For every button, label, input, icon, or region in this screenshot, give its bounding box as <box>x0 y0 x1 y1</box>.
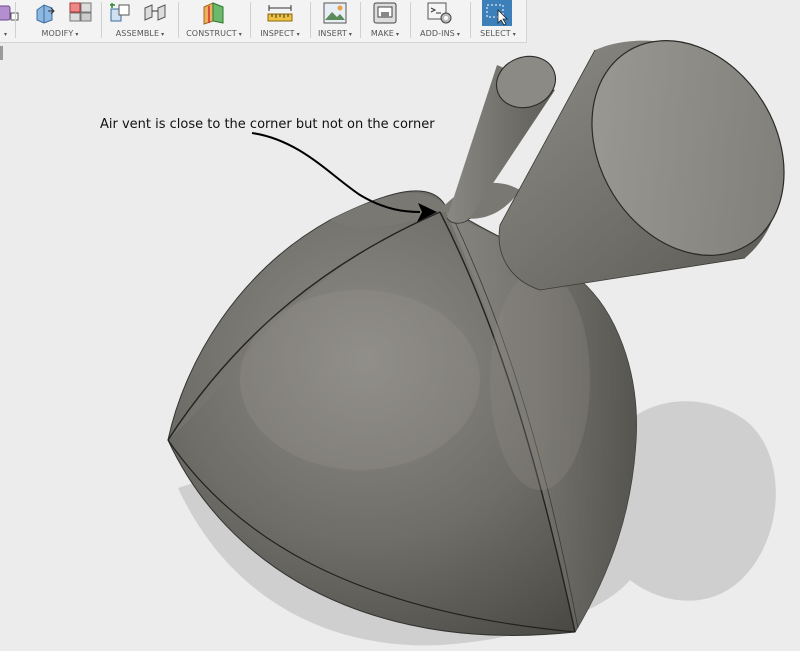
3d-print-icon <box>373 2 397 24</box>
assemble-caret: ▾ <box>161 31 165 38</box>
add-ins-group[interactable]: ADD-INS ▾ <box>413 0 467 42</box>
add-ins-label: ADD-INS <box>420 29 455 38</box>
construct-group[interactable]: CONSTRUCT ▾ <box>181 0 247 42</box>
shell-icon <box>69 2 92 22</box>
modify-caret: ▾ <box>75 31 79 38</box>
joint-icon <box>144 4 166 21</box>
press-pull-icon <box>36 4 55 24</box>
select-icon <box>482 0 512 26</box>
measure-icon <box>267 5 293 22</box>
select-caret: ▾ <box>512 31 516 38</box>
offset-plane-icon <box>203 2 224 25</box>
annotation-text: Air vent is close to the corner but not … <box>100 117 435 132</box>
insert-image-icon <box>323 2 347 24</box>
large-cone-inlet[interactable] <box>498 5 800 292</box>
new-component-icon <box>110 3 130 22</box>
select-label: SELECT <box>480 29 511 38</box>
make-label: MAKE <box>370 29 394 38</box>
insert-label: INSERT <box>317 29 347 38</box>
modify-label: MODIFY <box>41 29 74 38</box>
inspect-group[interactable]: INSPECT ▾ <box>253 0 307 42</box>
create-group[interactable]: ▾ <box>0 0 19 42</box>
model-viewport[interactable] <box>0 0 800 651</box>
make-caret: ▾ <box>395 31 400 38</box>
assemble-group[interactable]: ASSEMBLE ▾ <box>104 0 176 42</box>
create-icon <box>0 5 19 21</box>
add-ins-caret: ▾ <box>456 31 460 38</box>
construct-caret: ▾ <box>238 31 242 38</box>
assemble-label: ASSEMBLE <box>115 29 160 38</box>
insert-group[interactable]: INSERT ▾ <box>313 0 357 42</box>
inspect-label: INSPECT <box>260 29 295 38</box>
browser-panel-toggle[interactable] <box>0 46 3 60</box>
construct-label: CONSTRUCT <box>186 29 237 38</box>
make-group[interactable]: MAKE ▾ <box>363 0 407 42</box>
ribbon-toolbar: ▾ MODIFY ▾ ASSEMBLE ▾ CONSTRUCT ▾ INSPEC… <box>0 0 527 43</box>
inspect-caret: ▾ <box>296 31 300 38</box>
modify-group[interactable]: MODIFY ▾ <box>20 0 100 42</box>
scripts-icon <box>427 2 452 24</box>
select-group[interactable]: SELECT ▾ <box>473 0 523 42</box>
insert-caret: ▾ <box>348 31 353 38</box>
create-caret: ▾ <box>4 31 8 38</box>
